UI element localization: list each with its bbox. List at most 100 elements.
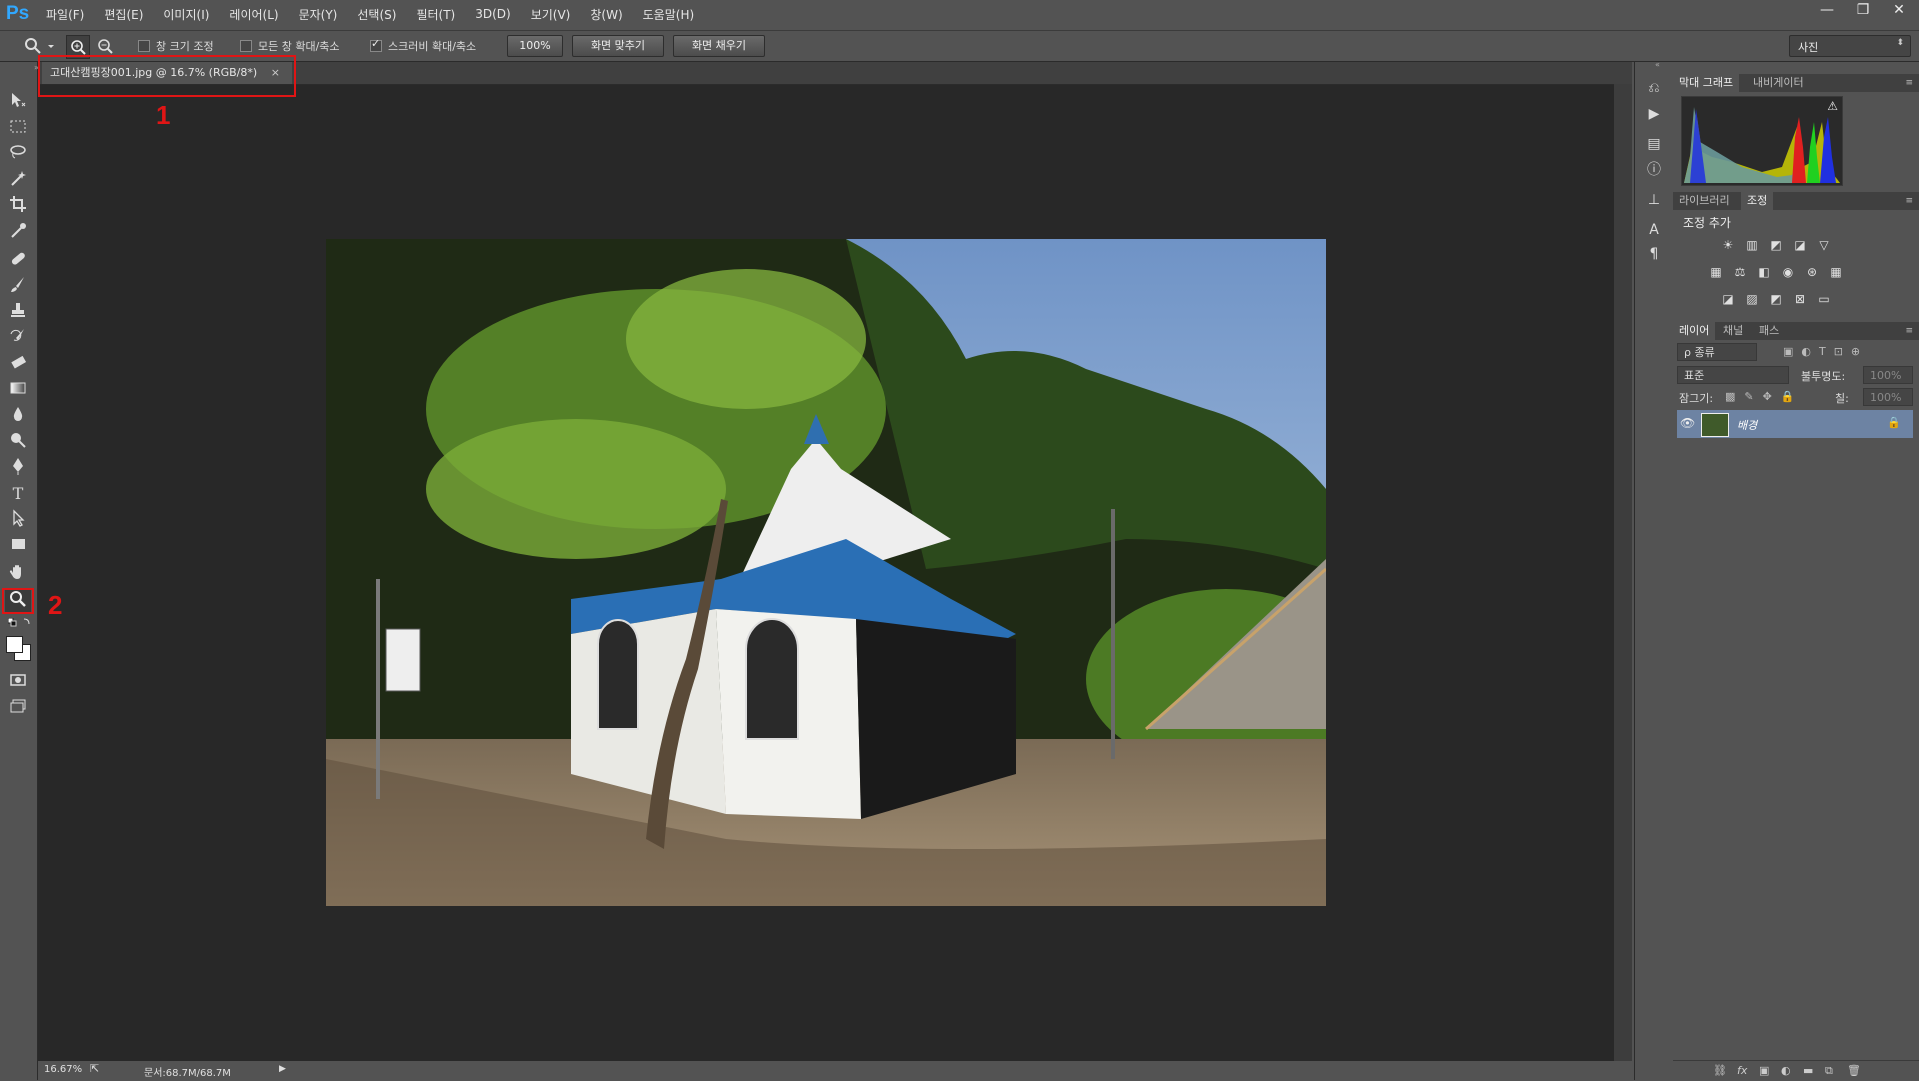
black-white-icon[interactable]: ◧ [1756,265,1772,279]
tab-histogram[interactable]: 막대 그래프 [1673,74,1740,92]
zoom-out-mode-button[interactable] [94,35,116,57]
restore-button[interactable]: ❐ [1845,0,1881,22]
tool-preset-picker[interactable] [22,35,56,57]
scrubby-zoom-checkbox[interactable] [370,37,382,52]
eyedropper-tool[interactable] [5,220,31,244]
menu-layer[interactable]: 레이어(L) [229,6,278,23]
tab-navigator[interactable]: 내비게이터 [1747,74,1810,92]
marquee-tool[interactable] [5,116,31,140]
workspace-selector[interactable]: 사진 ⬍ [1789,35,1911,57]
menu-select[interactable]: 선택(S) [357,6,396,23]
minimize-button[interactable]: — [1809,0,1845,22]
zoom-all-windows-option[interactable]: 모든 창 확대/축소 [240,38,340,54]
healing-brush-tool[interactable] [5,248,31,272]
quick-mask-button[interactable] [5,670,31,694]
collapse-dock-icon[interactable]: « [1655,60,1660,69]
default-colors-icon[interactable] [7,617,32,628]
foreground-color-swatch[interactable] [6,636,23,653]
channel-mixer-icon[interactable]: ⊛ [1804,265,1820,279]
tab-adjustments[interactable]: 조정 [1741,192,1774,210]
tab-paths[interactable]: 패스 [1753,322,1785,340]
gradient-tool[interactable] [5,378,31,402]
color-swatches[interactable] [4,634,32,662]
fx-icon[interactable]: fx [1737,1064,1747,1077]
lock-icons[interactable]: ▩✎✥🔒 [1725,390,1804,403]
menu-image[interactable]: 이미지(I) [163,6,209,23]
opacity-field[interactable]: 100% [1863,366,1913,384]
paragraph-panel-icon[interactable]: ¶ [1644,244,1664,264]
properties-panel-icon[interactable]: ▤ [1644,134,1664,154]
zoom-100-button[interactable]: 100% [507,35,563,57]
photo-filter-icon[interactable]: ◉ [1780,265,1796,279]
panel-menu-icon[interactable]: ≡ [1899,322,1919,340]
tab-layers[interactable]: 레이어 [1673,322,1716,340]
menu-3d[interactable]: 3D(D) [475,7,510,21]
history-brush-tool[interactable] [5,326,31,350]
pen-tool[interactable] [5,456,31,480]
gradient-map-icon[interactable]: ⊠ [1792,292,1808,306]
actions-panel-icon[interactable]: ▶ [1644,104,1664,124]
new-group-icon[interactable]: ▬ [1803,1064,1813,1077]
tab-channels[interactable]: 채널 [1717,322,1749,340]
selective-color-icon[interactable]: ▭ [1816,292,1832,306]
panel-menu-icon[interactable]: ≡ [1899,192,1919,210]
character-panel-icon[interactable]: A [1644,220,1664,240]
zoom-level-readout[interactable]: 16.67% [44,1064,82,1075]
fill-field[interactable]: 100% [1863,388,1913,406]
vibrance-icon[interactable]: ▽ [1816,238,1832,252]
layer-lock-icon[interactable]: 🔒 [1887,416,1901,429]
color-balance-icon[interactable]: ⚖ [1732,265,1748,279]
levels-icon[interactable]: ▥ [1744,238,1760,252]
color-lookup-icon[interactable]: ▦ [1828,265,1844,279]
hand-tool[interactable] [5,562,31,586]
document-canvas[interactable] [326,239,1326,906]
brush-tool[interactable] [5,274,31,298]
rectangle-tool[interactable] [5,534,31,558]
visibility-eye-icon[interactable]: 👁 [1680,416,1695,430]
resize-windows-checkbox[interactable] [138,40,150,52]
menu-type[interactable]: 문자(Y) [299,6,338,23]
add-mask-icon[interactable]: ▣ [1759,1064,1769,1077]
layer-filter-icons[interactable]: ▣◐T⊡⊕ [1783,345,1868,358]
status-menu-arrow-icon[interactable]: ▶ [279,1064,286,1074]
menu-window[interactable]: 창(W) [590,6,622,23]
scrubby-zoom-option[interactable]: 스크러비 확대/축소 [370,37,476,54]
link-layers-icon[interactable]: ⛓ [1713,1064,1727,1077]
magic-wand-tool[interactable] [5,168,31,192]
clone-source-panel-icon[interactable]: ⊥ [1644,190,1664,210]
layer-row[interactable]: 👁 배경 🔒 [1677,410,1913,438]
warning-icon[interactable]: ⚠ [1827,99,1838,113]
hue-saturation-icon[interactable]: ▦ [1708,265,1724,279]
menu-filter[interactable]: 필터(T) [416,6,455,23]
exposure-icon[interactable]: ◪ [1792,238,1808,252]
resize-windows-option[interactable]: 창 크기 조정 [138,38,214,54]
delete-layer-icon[interactable]: 🗑 [1847,1064,1861,1077]
posterize-icon[interactable]: ▨ [1744,292,1760,306]
brightness-contrast-icon[interactable]: ☀ [1720,238,1736,252]
blur-tool[interactable] [5,404,31,428]
fit-screen-button[interactable]: 화면 맞추기 [572,35,664,57]
dodge-tool[interactable] [5,430,31,454]
menu-file[interactable]: 파일(F) [46,6,84,23]
move-tool[interactable] [5,90,31,114]
blend-mode-select[interactable]: 표준 [1677,366,1789,384]
menu-help[interactable]: 도움말(H) [643,6,695,23]
type-tool[interactable]: T [5,482,31,506]
tab-libraries[interactable]: 라이브러리 [1673,192,1736,210]
fill-screen-button[interactable]: 화면 채우기 [673,35,765,57]
threshold-icon[interactable]: ◩ [1768,292,1784,306]
panel-menu-icon[interactable]: ≡ [1899,74,1919,92]
layer-filter-select[interactable]: ρ 종류 [1677,343,1757,361]
eraser-tool[interactable] [5,352,31,376]
menu-edit[interactable]: 편집(E) [104,6,143,23]
path-selection-tool[interactable] [5,508,31,532]
invert-icon[interactable]: ◪ [1720,292,1736,306]
new-adjustment-icon[interactable]: ◐ [1781,1064,1791,1077]
history-panel-icon[interactable]: ⎌ [1644,78,1664,98]
vertical-scrollbar[interactable] [1614,84,1632,1061]
clone-stamp-tool[interactable] [5,300,31,324]
new-layer-icon[interactable]: ⧉ [1825,1064,1833,1078]
layer-name[interactable]: 배경 [1737,417,1757,433]
curves-icon[interactable]: ◩ [1768,238,1784,252]
zoom-all-windows-checkbox[interactable] [240,40,252,52]
